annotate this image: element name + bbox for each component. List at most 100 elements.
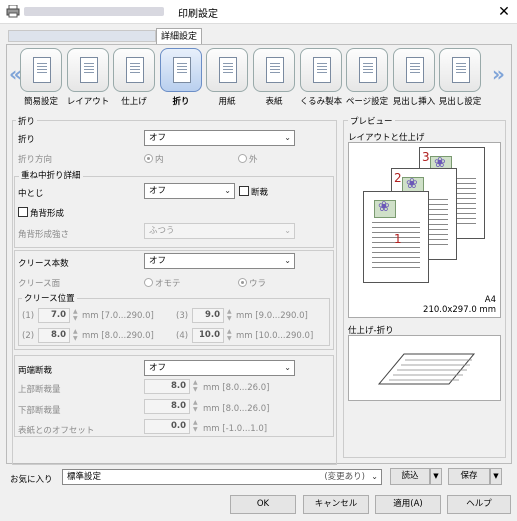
crease-side-label: クリース面 — [18, 279, 61, 289]
bottom-trim-range: mm [8.0...26.0] — [203, 404, 270, 414]
crease-position-index: (4) — [176, 331, 189, 341]
chevron-down-icon: ⌄ — [284, 363, 291, 372]
crease-position-range: mm [10.0...290.0] — [236, 331, 314, 341]
perfect-binding-icon — [313, 57, 331, 83]
toolbar-tile-7[interactable] — [346, 48, 388, 92]
toolbar-tile-5[interactable] — [253, 48, 295, 92]
window-title: 印刷設定 — [178, 9, 218, 20]
favorites-select[interactable]: 標準設定 (変更あり) ⌄ — [62, 469, 382, 485]
fold-select-value: オフ — [149, 133, 167, 143]
toolbar-tile-8[interactable] — [393, 48, 435, 92]
cover-offset-input[interactable]: 0.0 — [144, 419, 190, 434]
fold-group-label: 折り — [16, 115, 38, 127]
save-menu-icon[interactable]: ▼ — [490, 468, 502, 485]
chevron-down-icon: ⌄ — [284, 226, 291, 235]
tab-insert-icon — [406, 57, 424, 83]
crease-position-index: (2) — [22, 331, 35, 341]
fold-direction-label: 折り方向 — [18, 155, 53, 165]
load-menu-icon[interactable]: ▼ — [430, 468, 442, 485]
crease-position-label: クリース位置 — [22, 292, 77, 304]
cancel-button[interactable]: キャンセル — [303, 495, 369, 514]
help-button[interactable]: ヘルプ — [447, 495, 511, 514]
cover-icon — [266, 57, 284, 83]
page-setup-icon — [359, 57, 377, 83]
crease-position-input[interactable]: 7.0 — [38, 308, 70, 323]
crease-position-index: (3) — [176, 311, 189, 321]
fold-direction-out-radio[interactable]: 外 — [238, 153, 258, 165]
fold-icon — [173, 57, 191, 83]
apply-button[interactable]: 適用(A) — [375, 495, 441, 514]
tab-advanced[interactable]: 詳細設定 — [156, 28, 202, 45]
spin-arrows-icon[interactable]: ▲ ▼ — [227, 308, 232, 322]
paper-dimensions: 210.0x297.0 mm — [423, 305, 496, 315]
crease-count-value: オフ — [149, 256, 167, 266]
crease-front-radio[interactable]: オモテ — [144, 277, 181, 289]
tab-redacted[interactable] — [8, 30, 156, 42]
layout-preview: 3 2 1 A4 210.0x297.0 mm — [348, 142, 501, 318]
crease-position-input[interactable]: 10.0 — [192, 328, 224, 343]
fold-preview — [348, 335, 501, 401]
square-strength-label: 角背形成強さ — [18, 230, 70, 240]
saddle-group-label: 重ね中折り詳細 — [19, 169, 83, 181]
toolbar-label[interactable]: 見出し設定 — [432, 95, 488, 107]
edge-trim-label: 両端断裁 — [18, 366, 53, 376]
saddle-stitch-value: オフ — [149, 186, 167, 196]
edge-trim-value: オフ — [149, 363, 167, 373]
save-button[interactable]: 保存 — [448, 468, 490, 485]
toolbar-tile-1[interactable] — [67, 48, 109, 92]
crease-count-select[interactable]: オフ ⌄ — [144, 253, 295, 269]
toolbar-tile-9[interactable] — [439, 48, 481, 92]
crease-position-input[interactable]: 9.0 — [192, 308, 224, 323]
top-trim-range: mm [8.0...26.0] — [203, 383, 270, 393]
fold-select[interactable]: オフ ⌄ — [144, 130, 295, 146]
crease-position-input[interactable]: 8.0 — [38, 328, 70, 343]
spin-arrows-icon[interactable]: ▲ ▼ — [193, 399, 198, 413]
crease-back-radio[interactable]: ウラ — [238, 277, 266, 289]
toolbar-tile-0[interactable] — [20, 48, 62, 92]
paper-icon — [219, 57, 237, 83]
bottom-trim-label: 下部断裁量 — [18, 406, 61, 416]
bottom-trim-input[interactable]: 8.0 — [144, 399, 190, 414]
printer-icon — [6, 5, 20, 18]
favorites-value: 標準設定 — [67, 472, 102, 482]
toolbar-tile-3[interactable] — [160, 48, 202, 92]
tab-settings-icon — [452, 57, 470, 83]
layout-icon — [80, 57, 98, 83]
close-button[interactable]: ✕ — [494, 2, 514, 22]
toolbar-tile-6[interactable] — [300, 48, 342, 92]
trim-checkbox[interactable]: 断裁 — [239, 186, 268, 198]
saddle-stitch-label: 中とじ — [18, 189, 44, 199]
crease-position-range: mm [9.0...290.0] — [236, 311, 308, 321]
spin-arrows-icon[interactable]: ▲ ▼ — [227, 328, 232, 342]
favorites-label: お気に入り — [10, 475, 53, 485]
saddle-stitch-select[interactable]: オフ ⌄ — [144, 183, 235, 199]
chevron-down-icon: ⌄ — [284, 133, 291, 142]
chevron-down-icon: ⌄ — [371, 472, 378, 481]
crease-count-label: クリース本数 — [18, 259, 69, 269]
spin-arrows-icon[interactable]: ▲ ▼ — [73, 328, 78, 342]
ok-button[interactable]: OK — [230, 495, 296, 514]
category-toolbar: « » 簡易設定 レイアウト 仕上げ 折り 用紙 表紙 くるみ製本 ページ設定 見出し挿入 見出し… — [8, 48, 508, 110]
chevron-down-icon: ⌄ — [284, 256, 291, 265]
preview-group-label: プレビュー — [348, 115, 395, 127]
preview-page-1: 1 — [363, 191, 429, 283]
crease-position-range: mm [7.0...290.0] — [82, 311, 154, 321]
spin-arrows-icon[interactable]: ▲ ▼ — [73, 308, 78, 322]
toolbar-tile-2[interactable] — [113, 48, 155, 92]
load-button[interactable]: 読込 — [390, 468, 430, 485]
square-strength-select[interactable]: ふつう ⌄ — [144, 223, 295, 239]
fold-label: 折り — [18, 135, 36, 145]
square-strength-value: ふつう — [149, 226, 175, 236]
toolbar-tile-4[interactable] — [206, 48, 248, 92]
quick-setup-icon — [33, 57, 51, 83]
crease-position-range: mm [8.0...290.0] — [82, 331, 154, 341]
fold-direction-in-radio[interactable]: 内 — [144, 153, 164, 165]
square-fold-checkbox[interactable]: 角背形成 — [18, 207, 64, 219]
spin-arrows-icon[interactable]: ▲ ▼ — [193, 419, 198, 433]
paper-size: A4 — [484, 295, 496, 305]
top-trim-input[interactable]: 8.0 — [144, 379, 190, 394]
edge-trim-select[interactable]: オフ ⌄ — [144, 360, 295, 376]
cover-offset-label: 表紙とのオフセット — [18, 426, 95, 436]
spin-arrows-icon[interactable]: ▲ ▼ — [193, 379, 198, 393]
scroll-right-icon[interactable]: » — [492, 62, 505, 86]
